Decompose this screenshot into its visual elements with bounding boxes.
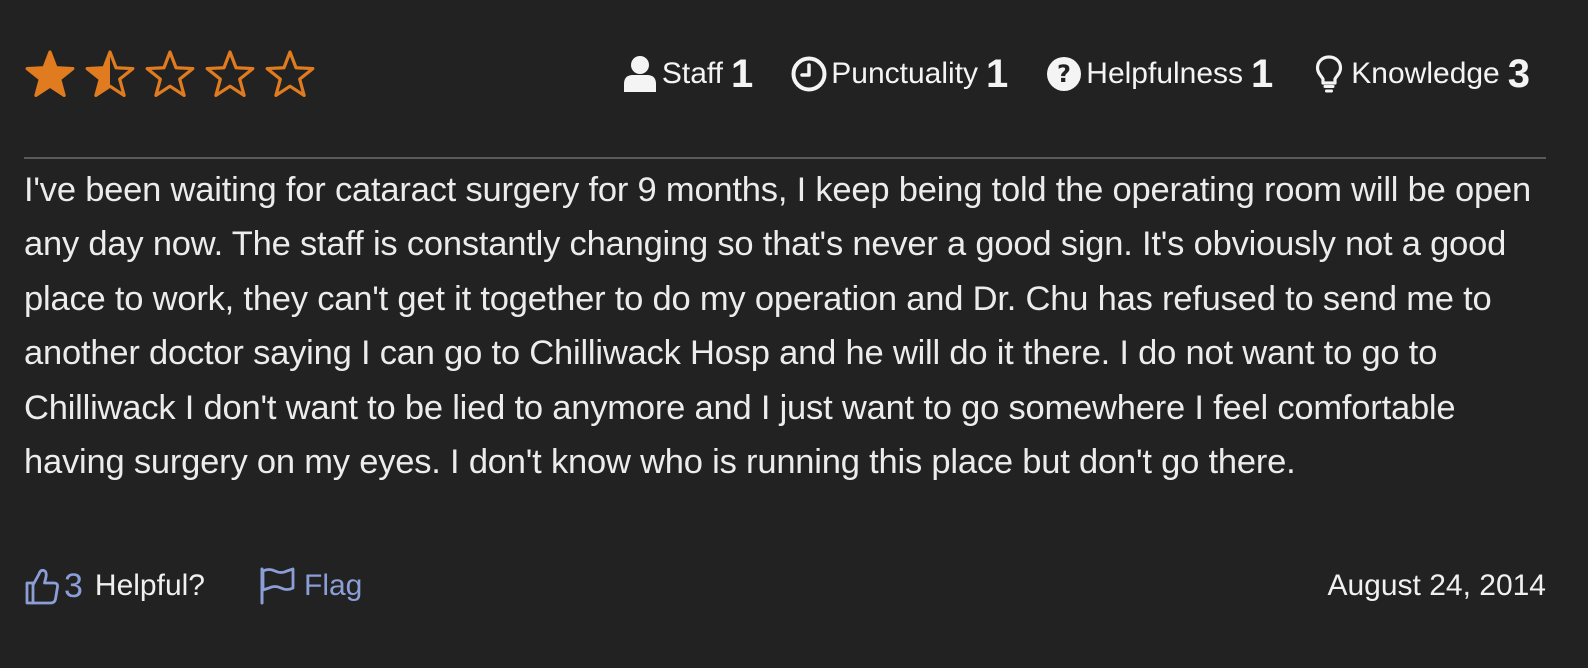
- review-text: I've been waiting for cataract surgery f…: [24, 171, 1531, 482]
- rating-breakdown: Staff 1 Punctuality 1 ? Helpfulness 1 Kn…: [622, 44, 1530, 104]
- review-footer: 3 Helpful? Flag August 24, 2014: [24, 560, 1546, 612]
- star-half-icon: [85, 50, 135, 98]
- thumbs-up-icon: [24, 566, 60, 606]
- review-date: August 24, 2014: [1327, 569, 1546, 602]
- clock-icon: [791, 54, 827, 94]
- helpful-button[interactable]: 3 Helpful?: [24, 564, 205, 608]
- svg-text:?: ?: [1057, 60, 1071, 88]
- rating-label: Knowledge: [1351, 57, 1500, 90]
- rating-label: Staff: [661, 57, 724, 90]
- question-circle-icon: ?: [1046, 54, 1082, 94]
- user-icon: [622, 54, 658, 94]
- helpful-label: Helpful?: [94, 569, 205, 602]
- star-empty-icon: [145, 50, 195, 98]
- helpful-count: 3: [64, 566, 83, 605]
- rating-helpfulness: ? Helpfulness 1: [1046, 54, 1273, 94]
- star-empty-icon: [205, 50, 255, 98]
- rating-punctuality: Punctuality 1: [791, 54, 1008, 94]
- rating-label: Punctuality: [831, 57, 979, 90]
- star-full-icon: [25, 50, 75, 98]
- rating-value: 1: [731, 52, 754, 96]
- flag-button[interactable]: Flag: [258, 564, 362, 608]
- flag-icon: [258, 567, 296, 605]
- rating-label: Helpfulness: [1086, 57, 1244, 90]
- review-card: Staff 1 Punctuality 1 ? Helpfulness 1 Kn…: [24, 0, 1566, 668]
- rating-value: 3: [1507, 52, 1530, 96]
- rating-staff: Staff 1: [622, 54, 753, 94]
- star-rating: [24, 48, 316, 102]
- review-header: Staff 1 Punctuality 1 ? Helpfulness 1 Kn…: [24, 44, 1566, 108]
- divider: [24, 157, 1546, 159]
- rating-knowledge: Knowledge 3: [1311, 54, 1530, 94]
- rating-value: 1: [1251, 52, 1274, 96]
- lightbulb-icon: [1311, 54, 1347, 94]
- flag-label: Flag: [304, 569, 363, 602]
- rating-value: 1: [986, 52, 1009, 96]
- star-empty-icon: [265, 50, 315, 98]
